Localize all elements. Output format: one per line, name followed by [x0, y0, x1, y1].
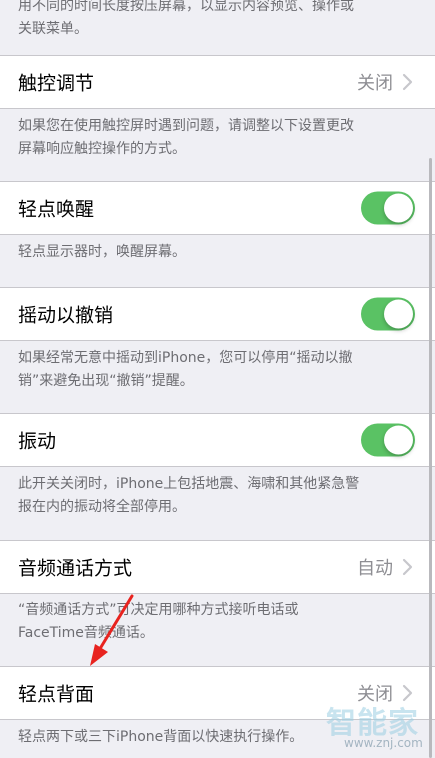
- top-footer-line-1: 用不同的时间长度按压屏幕，以显示内容预览、操作或: [18, 0, 354, 14]
- tap-to-wake-switch[interactable]: [361, 191, 415, 225]
- touch-accommodations-value: 关闭: [357, 73, 393, 94]
- chevron-right-icon: [402, 73, 413, 91]
- shake-to-undo-footer: 如果经常无意中摇动到iPhone，您可以停用“摇动以撤 销”来避免出现“撤销”提…: [18, 347, 421, 393]
- vibration-switch-knob: [384, 425, 413, 455]
- tap-to-wake-switch-knob: [384, 193, 413, 223]
- shake-to-undo-switch[interactable]: [361, 297, 415, 331]
- touch-accommodations-row[interactable]: 触控调节 关闭: [0, 55, 435, 109]
- shake-to-undo-row: 摇动以撤销: [0, 287, 435, 341]
- call-audio-routing-row[interactable]: 音频通话方式 自动: [0, 540, 435, 594]
- touch-accommodations-footer-line-1: 如果您在使用触控屏时遇到问题，请调整以下设置更改: [18, 118, 354, 134]
- tap-to-wake-row: 轻点唤醒: [0, 181, 435, 235]
- tap-to-wake-footer-line: 轻点显示器时，唤醒屏幕。: [18, 244, 186, 260]
- chevron-right-icon: [402, 558, 413, 576]
- back-tap-label: 轻点背面: [18, 683, 95, 706]
- touch-accommodations-footer-line-2: 屏幕响应触控操作的方式。: [18, 141, 186, 157]
- call-audio-routing-value: 自动: [357, 558, 393, 579]
- vibration-row: 振动: [0, 413, 435, 467]
- touch-accommodations-label: 触控调节: [18, 72, 95, 95]
- vibration-footer: 此开关关闭时，iPhone上包括地震、海啸和其他紧急警 报在内的振动将全部停用。: [18, 473, 421, 519]
- call-audio-routing-footer-line-1: “音频通话方式”可决定用哪种方式接听电话或: [18, 602, 299, 618]
- annotation-arrow-icon: [90, 594, 134, 666]
- shake-to-undo-footer-line-1: 如果经常无意中摇动到iPhone，您可以停用“摇动以撤: [18, 350, 353, 366]
- watermark-url: www.znj.com: [344, 736, 423, 750]
- scroll-indicator[interactable]: [429, 158, 432, 758]
- call-audio-routing-footer-line-2: FaceTime音频通话。: [18, 625, 154, 641]
- watermark-logo: 智能家 www.znj.com: [322, 696, 434, 758]
- tap-to-wake-label: 轻点唤醒: [18, 198, 95, 221]
- vibration-label: 振动: [18, 430, 57, 453]
- touch-accommodations-footer: 如果您在使用触控屏时遇到问题，请调整以下设置更改 屏幕响应触控操作的方式。: [18, 115, 421, 161]
- vibration-switch[interactable]: [361, 423, 415, 457]
- vibration-footer-line-1: 此开关关闭时，iPhone上包括地震、海啸和其他紧急警: [18, 476, 360, 492]
- shake-to-undo-footer-line-2: 销”来避免出现“撤销”提醒。: [18, 373, 194, 389]
- top-footer-line-2: 关联菜单。: [18, 21, 88, 37]
- shake-to-undo-switch-knob: [384, 299, 413, 329]
- vibration-footer-line-2: 报在内的振动将全部停用。: [18, 499, 186, 515]
- top-section-footer: 用不同的时间长度按压屏幕，以显示内容预览、操作或 关联菜单。: [18, 0, 421, 41]
- touch-settings-page: 用不同的时间长度按压屏幕，以显示内容预览、操作或 关联菜单。 触控调节 关闭 如…: [0, 0, 435, 758]
- shake-to-undo-label: 摇动以撤销: [18, 304, 114, 327]
- tap-to-wake-footer: 轻点显示器时，唤醒屏幕。: [18, 241, 421, 264]
- call-audio-routing-label: 音频通话方式: [18, 557, 133, 580]
- call-audio-routing-footer: “音频通话方式”可决定用哪种方式接听电话或 FaceTime音频通话。: [18, 599, 421, 645]
